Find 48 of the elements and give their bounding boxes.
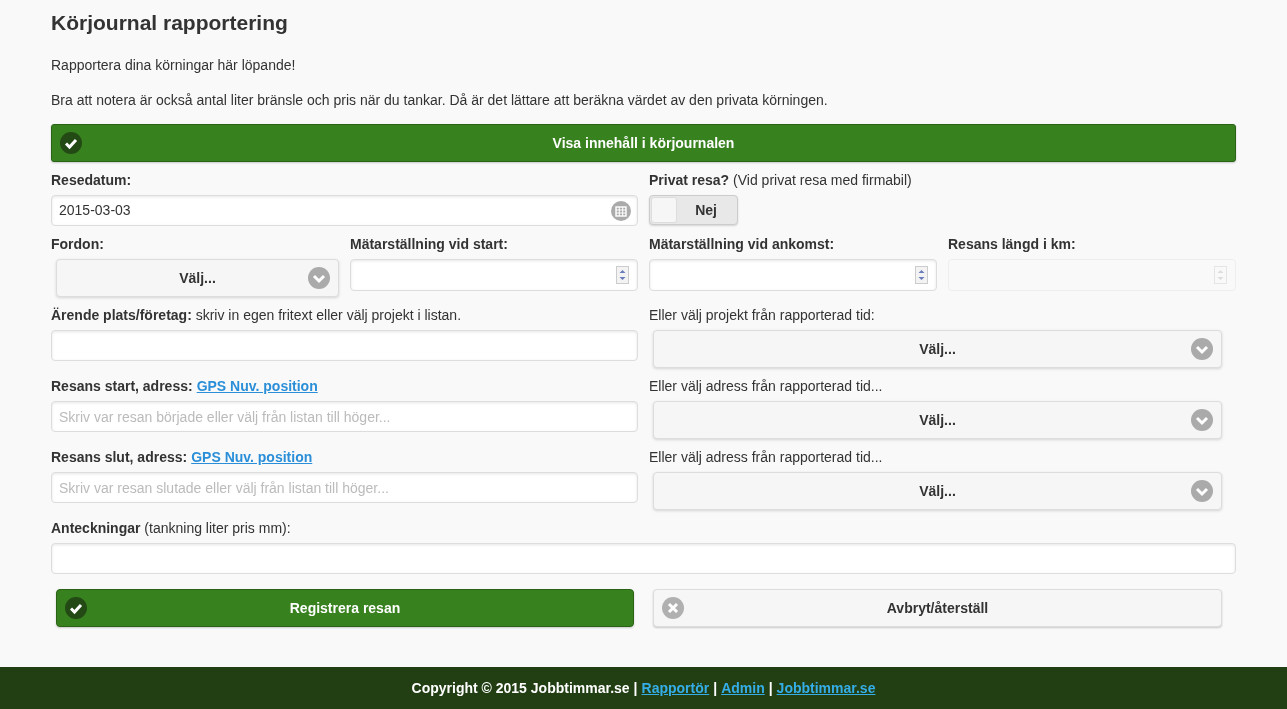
text-field[interactable] [51, 330, 638, 361]
field-label: Fordon: [51, 235, 104, 254]
number-field[interactable] [649, 259, 937, 291]
spinner-icon[interactable] [616, 266, 629, 284]
chevron-down-icon [1191, 480, 1213, 502]
check-icon [60, 132, 82, 154]
cancel-button[interactable]: Avbryt/återställ [653, 589, 1222, 627]
chevron-down-icon [1191, 338, 1213, 360]
select-dropdown[interactable]: Välj... [653, 330, 1222, 368]
copyright-text: Copyright © 2015 Jobbtimmar.se [411, 678, 630, 698]
text-field[interactable]: Skriv var resan slutade eller välj från listan till höger... [51, 472, 638, 503]
text-field[interactable]: Skriv var resan började eller välj från listan till höger... [51, 401, 638, 432]
field-label: Ärende plats/företag: skriv in egen fritext eller välj projekt i listan. [51, 306, 462, 325]
field-label: Resedatum: [51, 171, 132, 190]
field-label: Mätarställning vid start: [350, 235, 508, 254]
footer-link[interactable]: Rapportör [641, 677, 710, 699]
intro-text: Rapportera dina körningar här löpande! [51, 56, 297, 74]
check-icon [65, 597, 87, 619]
spinner-icon[interactable] [915, 266, 928, 284]
field-label: Eller välj projekt från rapporterad tid: [649, 306, 875, 325]
toggle-content-button[interactable]: Visa innehåll i körjournalen [51, 124, 1236, 162]
text-field[interactable] [51, 543, 1236, 574]
footer-link[interactable]: Jobbtimmar.se [776, 677, 876, 699]
footer-link[interactable]: Admin [721, 677, 765, 699]
close-icon [662, 597, 684, 619]
field-label: Eller välj adress från rapporterad tid... [649, 377, 883, 396]
field-label: Eller välj adress från rapporterad tid... [649, 448, 883, 467]
private-trip-toggle[interactable]: Nej [649, 195, 738, 225]
field-label: Privat resa? (Vid privat resa med firmabil) [649, 171, 912, 190]
chevron-down-icon [308, 267, 330, 289]
field-label: Anteckningar (tankning liter pris mm): [51, 519, 291, 538]
separator-text: | [768, 678, 773, 698]
select-dropdown[interactable]: Välj... [653, 401, 1222, 439]
register-button[interactable]: Registrera resan [56, 589, 634, 627]
calendar-icon[interactable] [611, 200, 631, 221]
field-label: Resans slut, adress: [51, 448, 188, 467]
field-label: Resans start, adress: [51, 377, 193, 396]
select-dropdown[interactable]: Välj... [56, 259, 339, 297]
separator-text: | [713, 678, 718, 698]
separator-text: | [633, 678, 638, 698]
field-label: Resans längd i km: [948, 235, 1076, 254]
page-title: Körjournal rapportering [51, 10, 289, 36]
select-dropdown[interactable]: Välj... [653, 472, 1222, 510]
intro-text: Bra att notera är också antal liter bränsle och pris när du tankar. Då är det lättare att beräkna värdet av den privata körningen. [51, 91, 829, 109]
date-field[interactable]: 2015-03-03 [51, 195, 638, 226]
chevron-down-icon [1191, 409, 1213, 431]
field-label: Mätarställning vid ankomst: [649, 235, 835, 254]
number-field[interactable] [350, 259, 638, 291]
